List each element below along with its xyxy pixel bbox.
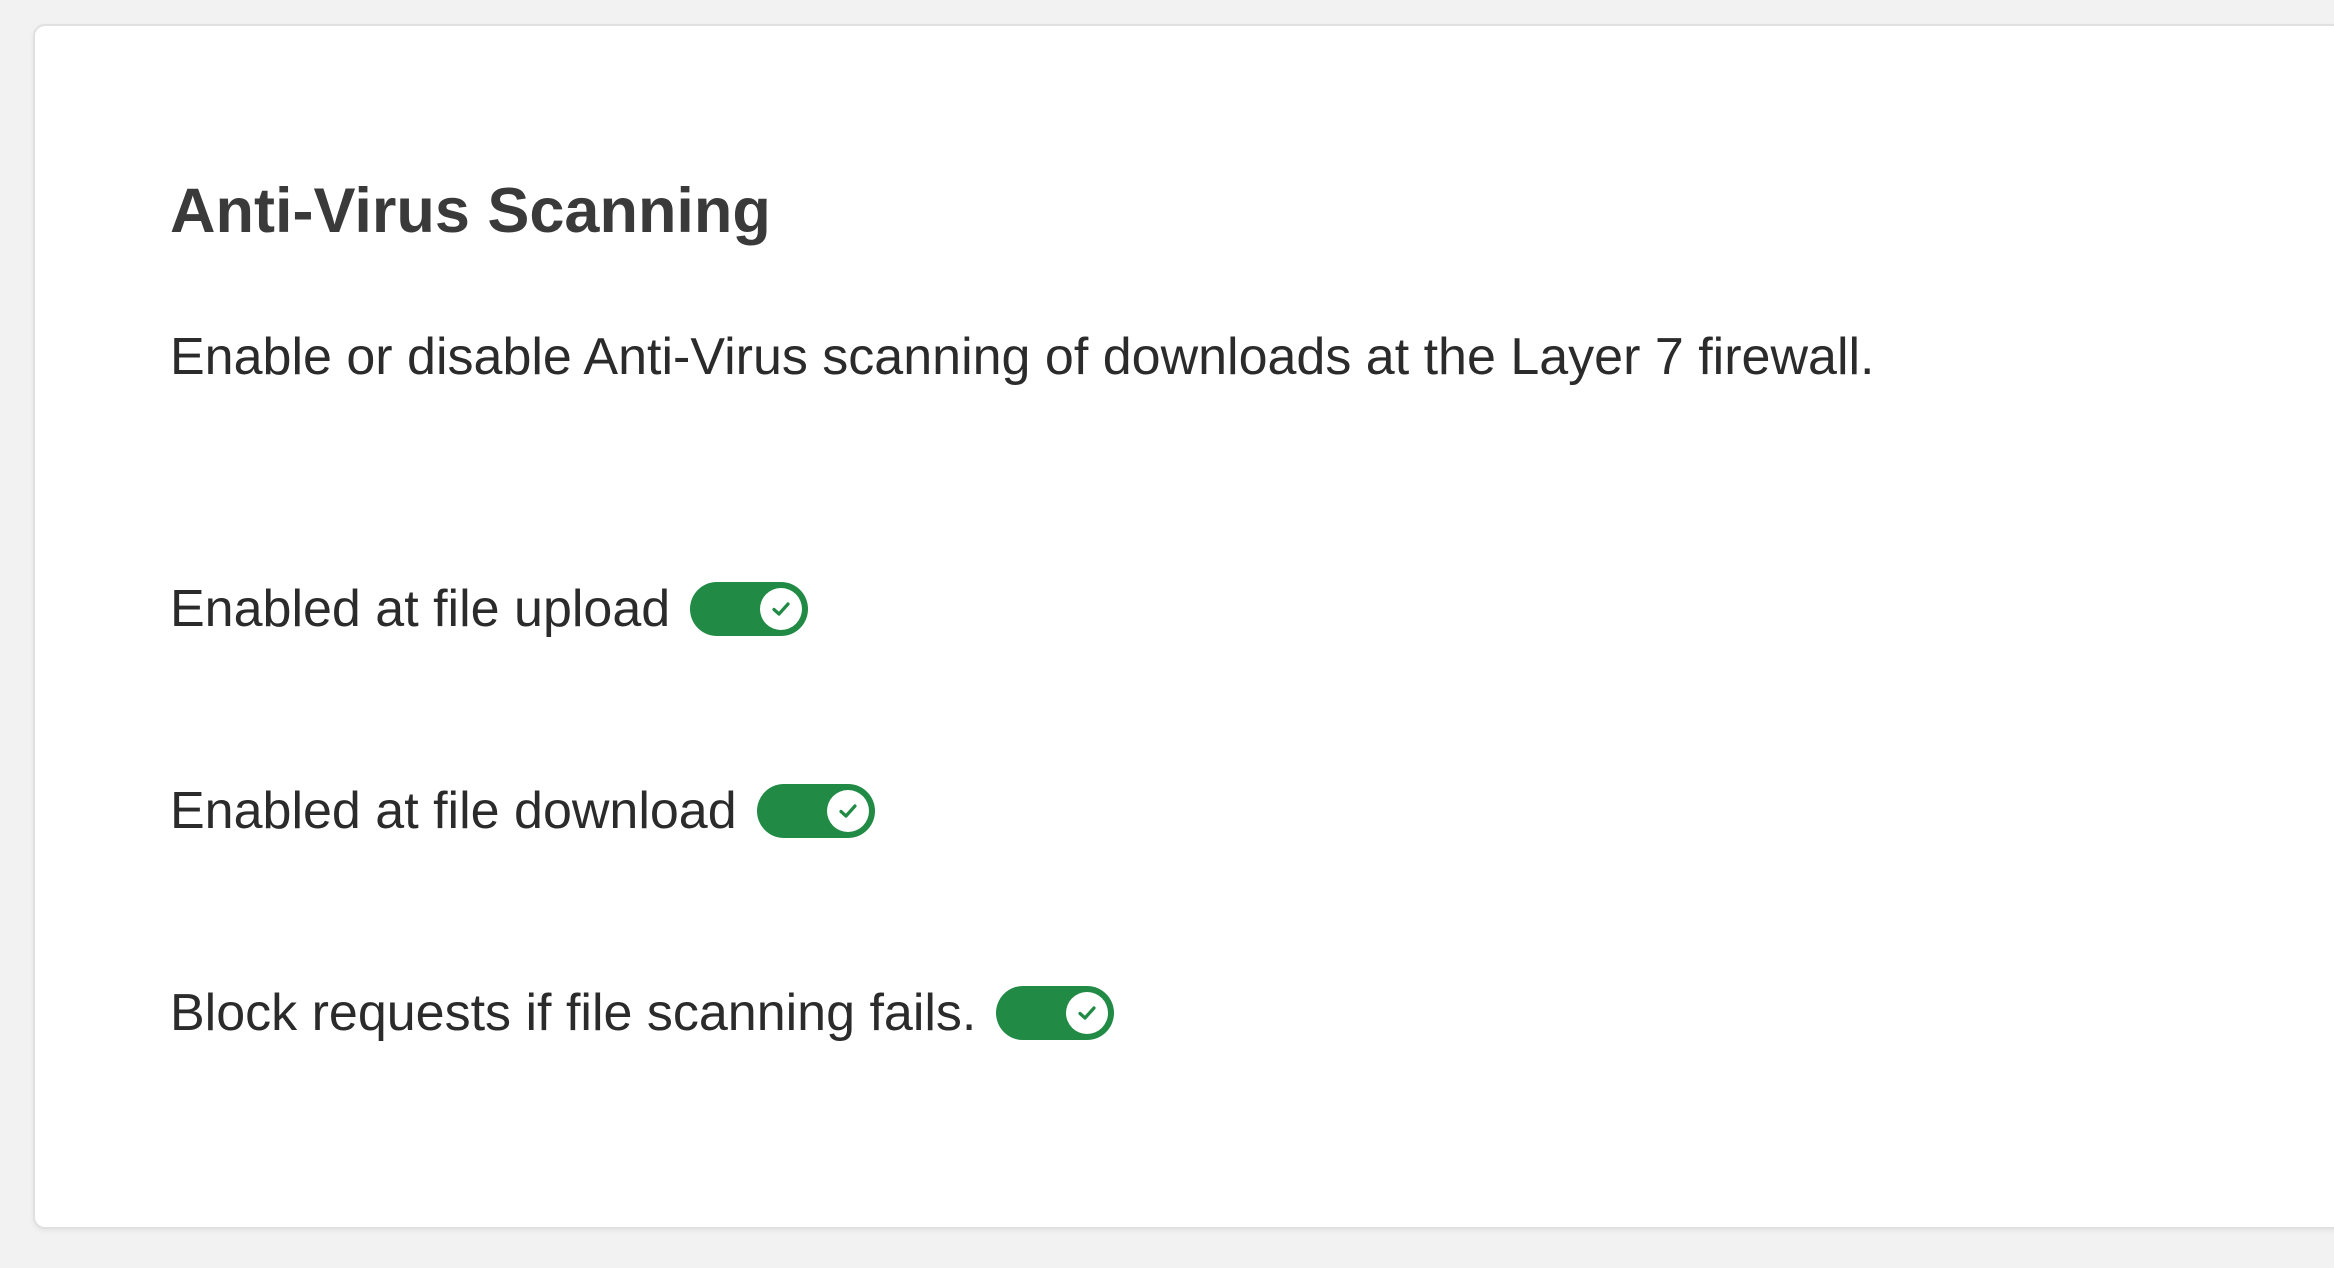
check-icon — [1078, 1006, 1096, 1020]
check-icon — [839, 804, 857, 818]
section-description: Enable or disable Anti-Virus scanning of… — [170, 328, 1875, 386]
toggle-knob — [826, 790, 869, 832]
toggle-knob — [1066, 992, 1109, 1034]
setting-row-file-download: Enabled at file download — [170, 776, 875, 846]
toggle-block-on-scan-failure[interactable] — [996, 986, 1115, 1040]
check-icon — [772, 602, 790, 616]
setting-label-block-on-scan-failure: Block requests if file scanning fails. — [170, 983, 977, 1042]
toggle-knob — [760, 588, 803, 630]
setting-label-file-download: Enabled at file download — [170, 781, 737, 840]
toggle-file-upload[interactable] — [690, 582, 809, 636]
setting-row-file-upload: Enabled at file upload — [170, 574, 809, 644]
toggle-file-download[interactable] — [756, 784, 875, 838]
section-title: Anti-Virus Scanning — [170, 176, 771, 246]
setting-row-block-on-scan-failure: Block requests if file scanning fails. — [170, 978, 1115, 1048]
setting-label-file-upload: Enabled at file upload — [170, 579, 671, 638]
anti-virus-settings-card: Anti-Virus Scanning Enable or disable An… — [33, 24, 2334, 1229]
